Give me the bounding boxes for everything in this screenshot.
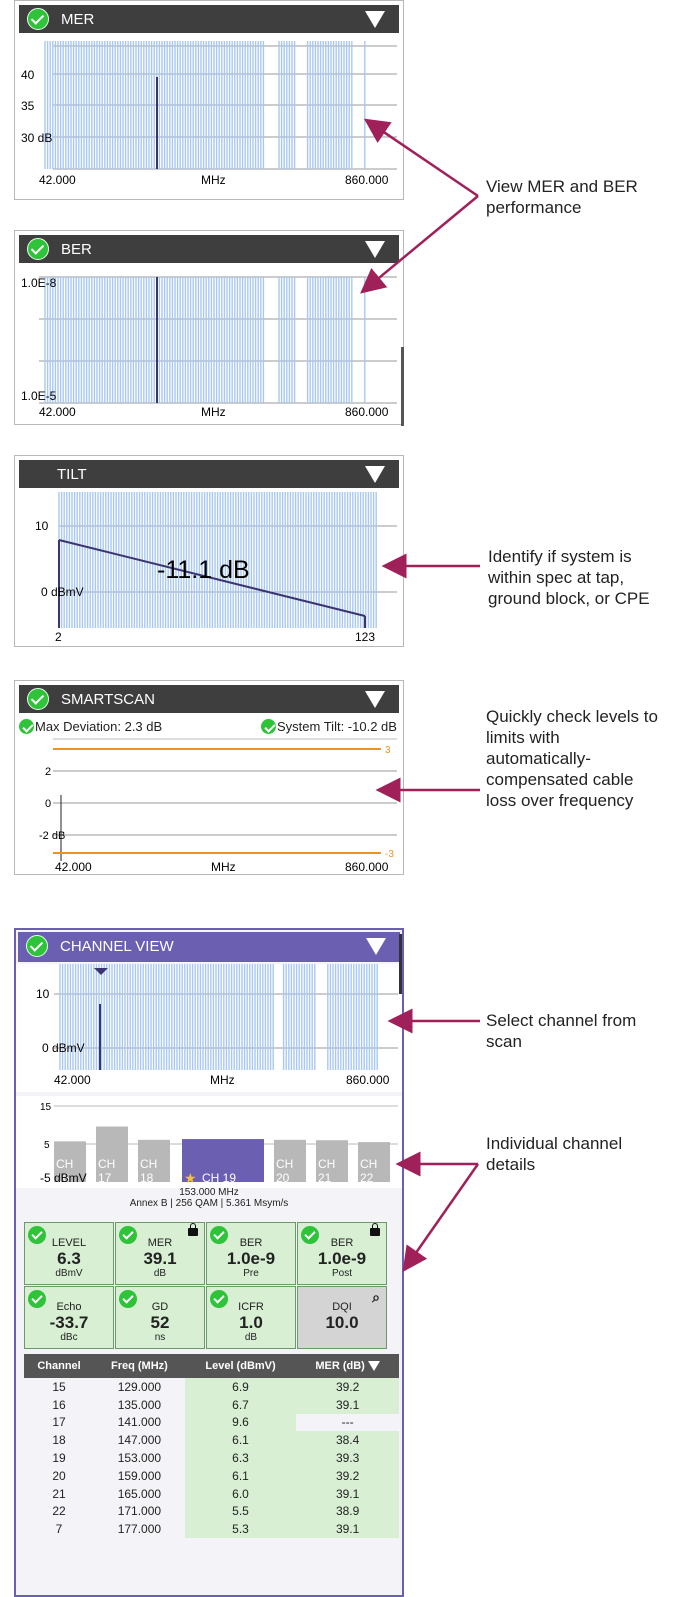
- annotation-tilt: Identify if system is within spec at tap…: [488, 547, 650, 608]
- annotation-smartscan: Quickly check levels to limits with auto…: [486, 707, 658, 810]
- annotation-mer-ber: View MER and BER performance: [486, 177, 638, 217]
- annotation-details: Individual channel details: [486, 1134, 623, 1174]
- annotation-select: Select channel from scan: [486, 1011, 637, 1051]
